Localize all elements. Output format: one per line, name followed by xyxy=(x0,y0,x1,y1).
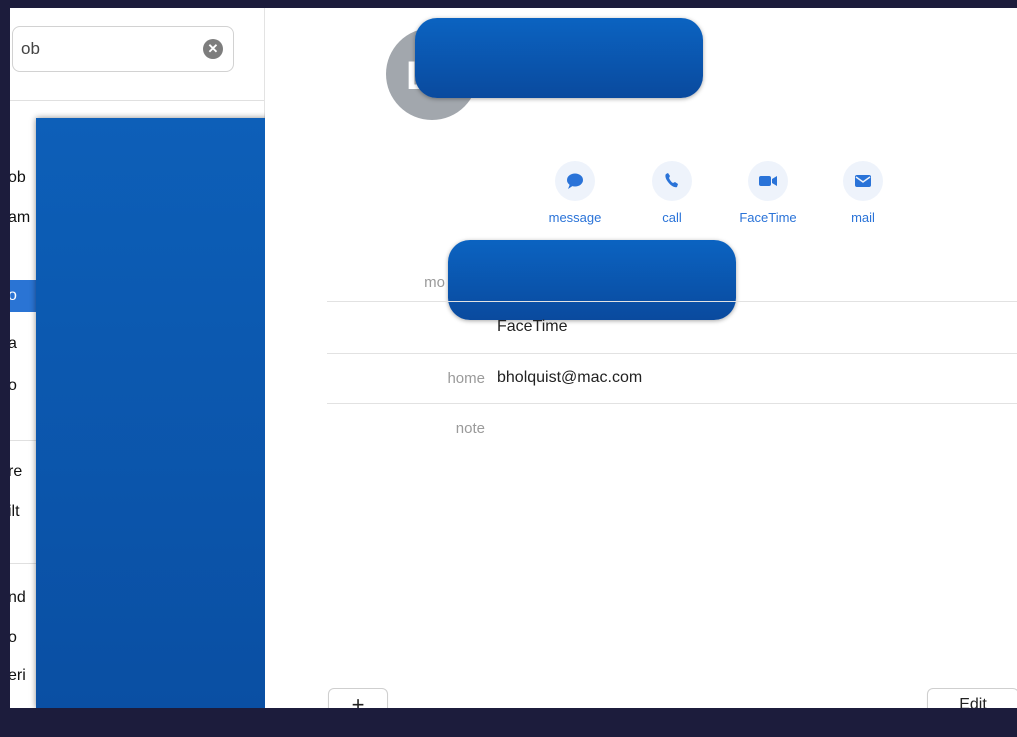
mobile-label: mo xyxy=(424,274,445,291)
field-divider xyxy=(327,301,1017,302)
contact-name: ilt xyxy=(10,503,20,520)
home-email-label: home xyxy=(447,370,485,387)
contact-name: o xyxy=(10,280,17,312)
contact-name: nd xyxy=(10,589,26,606)
contact-name: o xyxy=(10,622,17,654)
video-camera-icon xyxy=(759,176,777,186)
contact-name: ob xyxy=(10,169,26,186)
field-divider xyxy=(327,403,1017,404)
contact-name: o xyxy=(10,370,17,402)
redaction-box-contact-list xyxy=(36,118,300,708)
home-email-value[interactable]: bholquist@mac.com xyxy=(497,369,642,387)
envelope-icon xyxy=(855,175,871,187)
redaction-box-phone xyxy=(448,240,736,320)
window-frame-top xyxy=(0,0,1017,8)
contact-name: re xyxy=(10,463,23,480)
search-input[interactable]: ob ✕ xyxy=(12,26,234,72)
message-button[interactable]: message xyxy=(530,161,620,225)
note-label: note xyxy=(455,420,485,437)
contact-detail-pane: L message call FaceTime xyxy=(265,8,1017,722)
search-query: ob xyxy=(21,39,40,58)
sidebar-divider xyxy=(10,100,264,101)
clear-circle-icon[interactable]: ✕ xyxy=(203,39,223,59)
window-frame-bottom xyxy=(0,708,1017,737)
message-label: message xyxy=(548,210,602,225)
window-frame-left xyxy=(0,0,10,737)
mail-label: mail xyxy=(851,210,875,225)
contact-name: e xyxy=(10,698,17,708)
contact-name: eri xyxy=(10,667,26,684)
contact-name: a xyxy=(10,328,17,360)
facetime-button[interactable]: FaceTime xyxy=(723,161,813,225)
phone-icon xyxy=(665,173,678,188)
message-bubble-icon xyxy=(567,173,583,189)
redaction-box-contact-name xyxy=(415,18,703,98)
call-label: call xyxy=(662,210,682,225)
call-button[interactable]: call xyxy=(627,161,717,225)
facetime-label: FaceTime xyxy=(739,210,797,225)
contact-name: am xyxy=(10,209,31,226)
mail-button[interactable]: mail xyxy=(818,161,908,225)
field-divider xyxy=(327,353,1017,354)
facetime-value[interactable]: FaceTime xyxy=(497,318,568,336)
